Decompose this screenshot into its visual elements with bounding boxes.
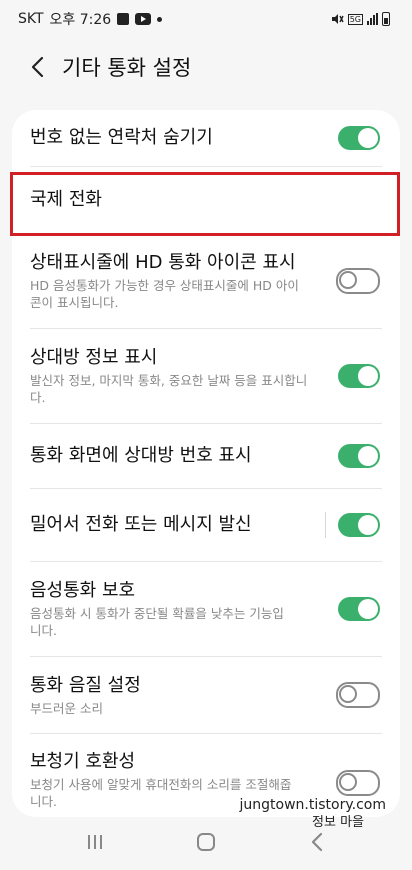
setting-subtitle: 음성통화 시 통화가 중단될 확률을 낮추는 기능입니다. xyxy=(30,606,284,638)
toggle-switch[interactable] xyxy=(336,770,380,796)
setting-swipe-to-call[interactable]: 밀어서 전화 또는 메시지 발신 xyxy=(12,489,400,561)
setting-title: 국제 전화 xyxy=(30,189,102,210)
status-bar: SKT 오후 7:26 5G xyxy=(0,0,412,38)
setting-international-call[interactable]: 국제 전화 xyxy=(12,167,400,233)
setting-title: 보청기 호환성 xyxy=(30,751,136,772)
mute-icon xyxy=(331,14,344,24)
app-header: 기타 통화 설정 xyxy=(0,44,412,90)
toggle-switch[interactable] xyxy=(338,444,380,468)
carrier-label: SKT xyxy=(18,11,44,27)
setting-title: 상대방 정보 표시 xyxy=(30,347,158,368)
setting-subtitle: HD 음성통화가 가능한 경우 상태표시줄에 HD 아이콘이 표시됩니다. xyxy=(30,278,299,310)
setting-text: 밀어서 전화 또는 메시지 발신 xyxy=(30,513,317,537)
setting-show-number-in-call[interactable]: 통화 화면에 상대방 번호 표시 xyxy=(12,424,400,488)
recent-apps-icon xyxy=(88,835,103,849)
vertical-separator xyxy=(325,512,326,538)
home-button[interactable] xyxy=(176,822,236,862)
back-nav-icon xyxy=(311,832,322,852)
setting-caller-info[interactable]: 상대방 정보 표시 발신자 정보, 마지막 통화, 중요한 날짜 등을 표시합니… xyxy=(12,329,400,423)
recent-apps-button[interactable] xyxy=(65,822,125,862)
toggle-switch[interactable] xyxy=(336,268,380,294)
youtube-notification-icon xyxy=(135,13,152,25)
setting-title: 번호 없는 연락처 숨기기 xyxy=(30,127,213,148)
network-type: 5G xyxy=(347,13,363,25)
setting-subtitle: 발신자 정보, 마지막 통화, 중요한 날짜 등을 표시합니다. xyxy=(30,373,308,405)
setting-text: 번호 없는 연락처 숨기기 xyxy=(30,126,326,150)
setting-title: 상태표시줄에 HD 통화 아이콘 표시 xyxy=(30,252,296,273)
home-icon xyxy=(196,833,215,851)
setting-text: 음성통화 보호 음성통화 시 통화가 중단될 확률을 낮추는 기능입니다. xyxy=(30,579,326,639)
setting-text: 상대방 정보 표시 발신자 정보, 마지막 통화, 중요한 날짜 등을 표시합니… xyxy=(30,346,326,406)
setting-subtitle: 부드러운 소리 xyxy=(30,700,103,716)
setting-text: 통화 음질 설정 부드러운 소리 xyxy=(30,674,324,717)
battery-icon xyxy=(382,12,390,26)
settings-card: 번호 없는 연락처 숨기기 국제 전화 상태표시줄에 HD 통화 아이콘 표시 … xyxy=(12,110,400,817)
setting-call-audio-quality[interactable]: 통화 음질 설정 부드러운 소리 xyxy=(12,657,400,733)
setting-text: 국제 전화 xyxy=(30,188,380,212)
toggle-switch[interactable] xyxy=(338,513,380,537)
setting-voice-call-protection[interactable]: 음성통화 보호 음성통화 시 통화가 중단될 확률을 낮추는 기능입니다. xyxy=(12,562,400,656)
toggle-switch[interactable] xyxy=(336,682,380,708)
more-notifications-icon xyxy=(157,16,163,22)
toggle-switch[interactable] xyxy=(338,364,380,388)
back-nav-button[interactable] xyxy=(287,822,347,862)
back-button[interactable] xyxy=(14,44,62,90)
signal-icon xyxy=(367,13,378,25)
gallery-notification-icon xyxy=(117,13,130,25)
setting-title: 통화 화면에 상대방 번호 표시 xyxy=(30,445,252,466)
status-right: 5G xyxy=(330,12,390,26)
setting-title: 통화 음질 설정 xyxy=(30,674,141,696)
setting-hide-no-number[interactable]: 번호 없는 연락처 숨기기 xyxy=(12,110,400,166)
setting-title: 음성통화 보호 xyxy=(30,580,136,601)
setting-text: 통화 화면에 상대방 번호 표시 xyxy=(30,444,326,468)
chevron-left-icon xyxy=(31,56,44,78)
toggle-switch[interactable] xyxy=(338,126,380,150)
setting-hd-call-icon[interactable]: 상태표시줄에 HD 통화 아이콘 표시 HD 음성통화가 가능한 경우 상태표시… xyxy=(12,234,400,328)
setting-text: 상태표시줄에 HD 통화 아이콘 표시 HD 음성통화가 가능한 경우 상태표시… xyxy=(30,251,324,311)
watermark-url: jungtown.tistory.com xyxy=(239,797,386,813)
status-left: SKT 오후 7:26 xyxy=(18,9,163,29)
setting-title: 밀어서 전화 또는 메시지 발신 xyxy=(30,514,252,535)
navigation-bar xyxy=(0,814,412,870)
toggle-switch[interactable] xyxy=(338,597,380,621)
clock: 오후 7:26 xyxy=(49,12,112,28)
page-title: 기타 통화 설정 xyxy=(62,56,192,80)
